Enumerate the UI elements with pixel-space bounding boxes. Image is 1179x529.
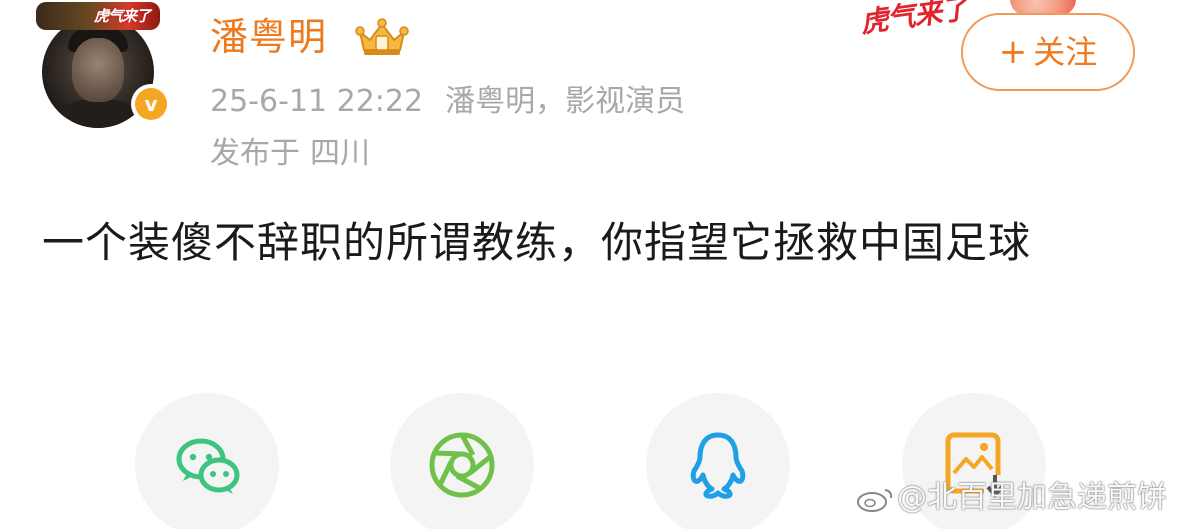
post-location-line: 发布于 四川: [210, 134, 370, 174]
wechat-icon: [176, 438, 240, 494]
verified-badge-icon: v: [131, 84, 171, 124]
avatar-frame-text: 虎气来了: [93, 7, 151, 25]
post-body-text: 一个装傻不辞职的所谓教练，你指望它拯救中国足球: [42, 218, 1032, 267]
post-timestamp: 25-6-11 22:22: [210, 84, 424, 119]
post-meta: 25-6-11 22:22 潘粤明，影视演员: [210, 82, 707, 122]
avatar-frame-decoration: 虎气来了: [36, 2, 160, 30]
follow-label: 关注: [1033, 33, 1098, 71]
weibo-watermark: @北百里加急递煎饼: [855, 478, 1167, 518]
moments-icon: [429, 432, 495, 498]
post-location: 四川: [310, 136, 370, 171]
share-qq-button[interactable]: [646, 393, 790, 529]
watermark-text: @北百里加急递煎饼: [897, 480, 1167, 515]
post-source: 潘粤明，影视演员: [445, 84, 686, 119]
avatar-container[interactable]: 虎气来了 v: [28, 0, 178, 130]
location-prefix: 发布于: [210, 136, 300, 171]
share-moments-button[interactable]: [390, 393, 534, 529]
qq-icon: [690, 432, 746, 499]
username[interactable]: 潘粤明: [210, 14, 327, 60]
weibo-post-page: 虎气来了 v 潘粤明 25-6-11 22:22 潘粤明，影视演员 发布于 四川 虎…: [0, 0, 1179, 529]
share-wechat-button[interactable]: [135, 393, 279, 529]
festival-decoration-text: 虎气来了: [858, 0, 970, 40]
vip-crown-icon[interactable]: [354, 16, 410, 58]
weibo-logo-icon: [857, 488, 893, 512]
plus-icon: +: [998, 32, 1028, 72]
follow-button[interactable]: + 关注: [961, 13, 1135, 91]
